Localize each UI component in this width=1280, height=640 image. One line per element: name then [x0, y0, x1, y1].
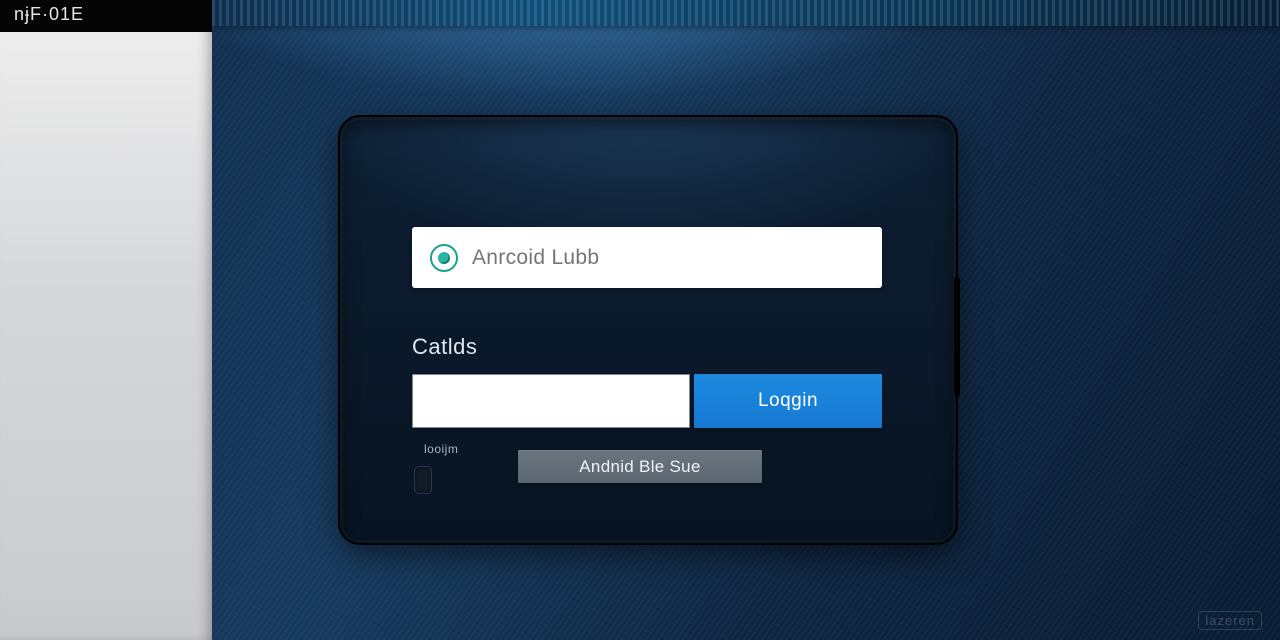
- credentials-row: Loqgin: [412, 374, 882, 428]
- login-button[interactable]: Loqgin: [694, 374, 882, 428]
- left-gutter: [0, 0, 212, 640]
- android-secondary-button[interactable]: Andnid Ble Sue: [518, 450, 762, 483]
- brand-logo: nɉF·01E: [14, 4, 84, 25]
- top-banner: [212, 0, 1280, 26]
- brand-logo-text: nɉF·01E: [14, 4, 84, 24]
- credentials-label: Catlds: [412, 334, 882, 360]
- device-chip-icon: [414, 466, 432, 494]
- password-input[interactable]: [412, 374, 690, 428]
- mini-login-label: looijm: [424, 442, 458, 456]
- username-field-wrap[interactable]: [412, 227, 882, 288]
- tablet-frame: Catlds Loqgin looijm Andnid Ble Sue: [338, 115, 958, 545]
- eye-icon: [430, 244, 458, 272]
- username-input[interactable]: [472, 246, 864, 270]
- watermark: lazeren: [1198, 611, 1262, 630]
